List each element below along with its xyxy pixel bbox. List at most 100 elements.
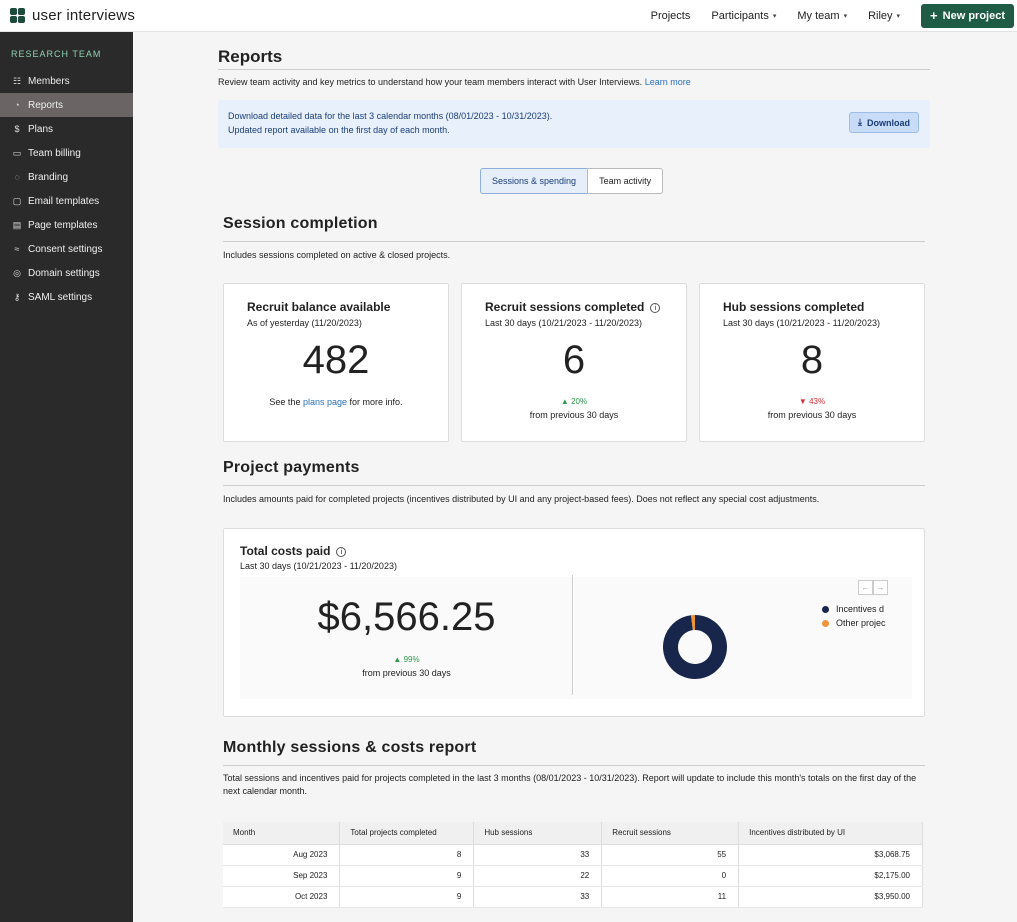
table-cell: 55 xyxy=(601,844,740,866)
hub-sessions-value: 8 xyxy=(800,338,824,382)
change-indicator: ▼ 43% xyxy=(798,397,826,406)
table-cell: 9 xyxy=(339,865,475,887)
banner-line-2: Updated report available on the first da… xyxy=(228,125,450,135)
table-row: Aug 2023 8 33 55 $3,068.75 xyxy=(223,844,923,866)
logo[interactable]: user interviews xyxy=(10,7,135,24)
logo-text: user interviews xyxy=(32,7,136,24)
palette-icon: ◌ xyxy=(14,172,20,182)
card-title-text: Total costs paid xyxy=(240,544,331,558)
nav-projects[interactable]: Projects xyxy=(651,10,691,22)
globe-icon: ◎ xyxy=(13,267,21,278)
sidebar-item-label: Email templates xyxy=(28,195,100,207)
sidebar-item-saml-settings[interactable]: ⚷ SAML settings xyxy=(0,285,133,309)
credit-card-icon: ▭ xyxy=(12,147,22,158)
sidebar-item-consent-settings[interactable]: ≈ Consent settings xyxy=(0,237,133,261)
change-note: from previous 30 days xyxy=(767,410,857,420)
card-subtitle: Last 30 days (10/21/2023 - 11/20/2023) xyxy=(240,561,397,571)
column-header[interactable]: Recruit sessions xyxy=(601,822,740,845)
card-subtitle: Last 30 days (10/21/2023 - 11/20/2023) xyxy=(485,318,642,328)
legend-dot xyxy=(822,619,829,627)
book-icon: ▢ xyxy=(12,195,22,206)
table-cell: Aug 2023 xyxy=(223,844,341,866)
column-header[interactable]: Month xyxy=(223,822,341,845)
change-note: from previous 30 days xyxy=(529,410,619,420)
session-completion-title: Session completion xyxy=(223,215,378,232)
card-subtitle: As of yesterday (11/20/2023) xyxy=(247,318,362,328)
session-completion-description: Includes sessions completed on active & … xyxy=(223,250,451,260)
table-cell: Oct 2023 xyxy=(223,886,341,908)
plus-icon: + xyxy=(930,8,938,23)
divider xyxy=(218,69,930,70)
sidebar-item-team-billing[interactable]: ▭ Team billing xyxy=(0,141,133,165)
change-indicator: ▲ 20% xyxy=(560,397,588,406)
footer-text: See the xyxy=(269,397,301,407)
card-title-text: Recruit sessions completed xyxy=(485,300,645,314)
recruit-sessions-card: Recruit sessions completed i Last 30 days… xyxy=(461,283,687,442)
nav-participants[interactable]: Participants ▾ xyxy=(711,10,776,22)
sidebar-item-label: Domain settings xyxy=(28,267,100,279)
total-costs-panel: $6,566.25 ▲ 99% from previous 30 days xyxy=(240,577,573,699)
page-description-text: Review team activity and key metrics to … xyxy=(218,77,643,87)
divider xyxy=(223,241,925,242)
hub-sessions-card: Hub sessions completed Last 30 days (10/… xyxy=(699,283,925,442)
divider xyxy=(572,575,573,695)
table-row: Oct 2023 9 33 11 $3,950.00 xyxy=(223,886,923,908)
top-bar: user interviews Projects Participants ▾ M… xyxy=(0,0,1017,32)
reports-icon: ◔ xyxy=(14,100,20,110)
nav-user-menu[interactable]: Riley ▾ xyxy=(868,10,900,22)
sidebar-item-label: SAML settings xyxy=(28,291,93,303)
dollar-icon: $ xyxy=(14,124,20,134)
info-icon[interactable]: i xyxy=(650,303,661,313)
column-header[interactable]: Total projects completed xyxy=(339,822,475,845)
total-costs-value: $6,566.25 xyxy=(317,595,496,639)
sidebar-item-page-templates[interactable]: ▤ Page templates xyxy=(0,213,133,237)
table-cell: 8 xyxy=(339,844,475,866)
arrow-right-icon[interactable]: → xyxy=(873,580,888,595)
sidebar-item-label: Page templates xyxy=(28,219,98,231)
nav-my-team-label: My team xyxy=(797,9,840,22)
report-tabs: Sessions & spending Team activity xyxy=(480,168,664,194)
new-project-label: New project xyxy=(942,9,1005,22)
tab-team-activity[interactable]: Team activity xyxy=(587,168,664,194)
tab-sessions-spending[interactable]: Sessions & spending xyxy=(480,168,589,194)
sidebar-item-label: Reports xyxy=(28,99,64,111)
sidebar-item-reports[interactable]: ◔ Reports xyxy=(0,93,133,117)
column-header[interactable]: Hub sessions xyxy=(473,822,603,845)
plans-page-link[interactable]: plans page xyxy=(303,397,347,407)
recruit-balance-value: 482 xyxy=(302,338,370,382)
legend-item[interactable]: Incentives d xyxy=(822,602,892,616)
table-cell: $3,950.00 xyxy=(738,886,923,908)
project-payments-title: Project payments xyxy=(223,459,360,476)
learn-more-link[interactable]: Learn more xyxy=(645,77,691,87)
table-cell: 22 xyxy=(473,865,603,887)
legend-dot xyxy=(822,605,829,613)
card-title: Recruit balance available xyxy=(247,300,391,314)
download-banner: Download detailed data for the last 3 ca… xyxy=(218,100,930,148)
chevron-down-icon: ▾ xyxy=(843,12,848,20)
sidebar-list: ☷ Members ◔ Reports $ Plans ▭ Team billing ◌ Bran… xyxy=(0,69,133,309)
sidebar-item-branding[interactable]: ◌ Branding xyxy=(0,165,133,189)
sidebar-heading: RESEARCH TEAM xyxy=(11,49,102,59)
table-cell: $3,068.75 xyxy=(738,844,923,866)
total-costs-card: Total costs paid i Last 30 days (10/21/20… xyxy=(223,528,925,717)
sidebar-item-label: Members xyxy=(28,75,70,87)
logo-icon xyxy=(10,7,26,24)
sidebar-item-members[interactable]: ☷ Members xyxy=(0,69,133,93)
download-button[interactable]: ⤓ Download xyxy=(849,112,919,133)
table-cell: 11 xyxy=(601,886,740,908)
nav-participants-label: Participants xyxy=(711,9,769,22)
arrow-left-icon[interactable]: ← xyxy=(858,580,873,595)
new-project-button[interactable]: + New project xyxy=(921,3,1014,28)
page-title: Reports xyxy=(218,47,283,66)
card-subtitle: Last 30 days (10/21/2023 - 11/20/2023) xyxy=(723,318,880,328)
sidebar-item-label: Team billing xyxy=(28,147,81,159)
table-cell: 9 xyxy=(339,886,475,908)
legend-item[interactable]: Other projec xyxy=(822,616,892,630)
nav-my-team[interactable]: My team ▾ xyxy=(797,10,847,22)
sidebar-item-domain-settings[interactable]: ◎ Domain settings xyxy=(0,261,133,285)
table-header-row: Month Total projects completed Hub sessi… xyxy=(223,822,923,845)
info-icon[interactable]: i xyxy=(336,547,347,557)
sidebar-item-email-templates[interactable]: ▢ Email templates xyxy=(0,189,133,213)
sidebar-item-plans[interactable]: $ Plans xyxy=(0,117,133,141)
column-header[interactable]: Incentives distributed by UI xyxy=(738,822,923,845)
